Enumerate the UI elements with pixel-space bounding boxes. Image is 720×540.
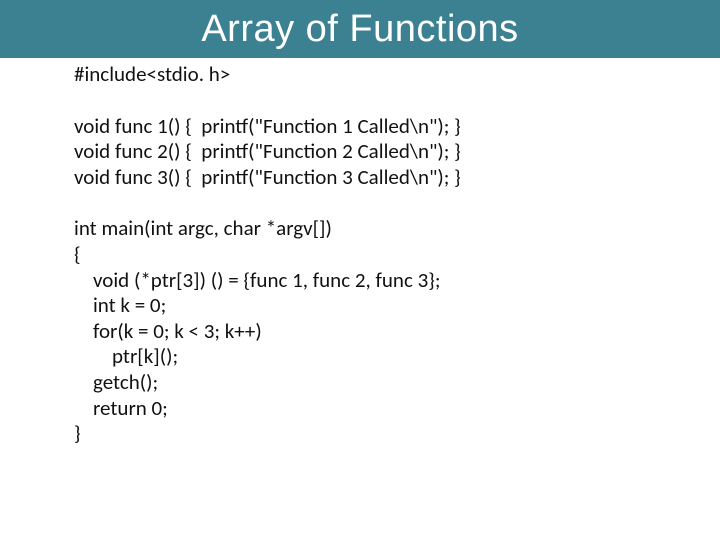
slide-title: Array of Functions xyxy=(0,0,720,58)
code-functions: void func 1() { printf("Function 1 Calle… xyxy=(74,114,720,191)
slide: Array of Functions #include<stdio. h> vo… xyxy=(0,0,720,540)
code-main: int main(int argc, char *argv[]) { void … xyxy=(74,216,720,446)
slide-content: #include<stdio. h> void func 1() { print… xyxy=(0,62,720,447)
code-include: #include<stdio. h> xyxy=(74,62,720,88)
